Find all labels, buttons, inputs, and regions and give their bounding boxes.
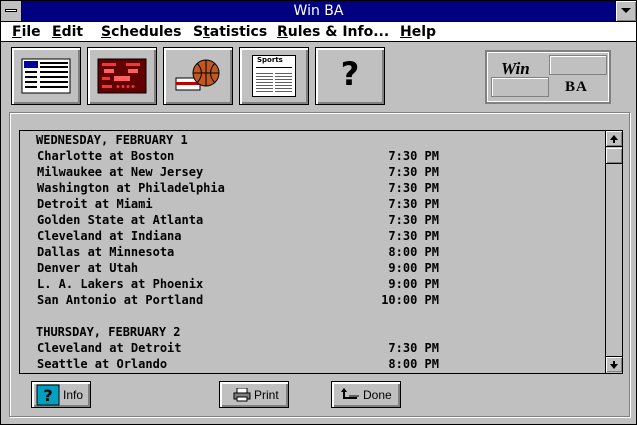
scoreboard-icon (97, 58, 147, 94)
scroll-track[interactable] (606, 165, 622, 356)
sports-news-button[interactable]: Sports (239, 47, 309, 105)
nba-standings-icon (21, 58, 71, 94)
arrow-up-icon (610, 135, 618, 143)
day-header: THURSDAY, FEBRUARY 2 (36, 325, 181, 339)
arrow-down-icon (610, 361, 618, 369)
menu-help[interactable]: Help (400, 23, 436, 41)
printer-icon (233, 388, 251, 402)
menu-statistics[interactable]: Statistics (193, 23, 267, 41)
game-row[interactable]: Milwaukee at New Jersey 7:30 PM (20, 164, 605, 180)
scroll-down-button[interactable] (606, 356, 622, 372)
scroll-up-button[interactable] (606, 131, 622, 147)
standings-button[interactable] (11, 47, 81, 105)
game-row[interactable]: Cleveland at Indiana 7:30 PM (20, 228, 605, 244)
vertical-scrollbar[interactable] (605, 131, 622, 373)
question-mark-icon: ? (340, 55, 360, 93)
day-header: WEDNESDAY, FEBRUARY 1 (36, 133, 188, 147)
sports-newspaper-icon: Sports (252, 55, 296, 97)
window-title: Win BA (293, 3, 344, 19)
basketball-button[interactable] (163, 47, 233, 105)
done-button-label: Done (363, 388, 392, 402)
menu-edit[interactable]: Edit (52, 23, 83, 41)
logo-win-text: Win (501, 59, 530, 78)
done-button[interactable]: Done (331, 381, 401, 408)
help-button[interactable]: ? (315, 47, 385, 105)
info-button-label: Info (63, 388, 84, 402)
sports-label: Sports (257, 56, 283, 64)
title-bar[interactable]: Win BA (1, 1, 636, 22)
info-button[interactable]: ? Info (31, 381, 91, 408)
logo-ba-text: BA (565, 79, 588, 95)
game-row[interactable]: Detroit at Miami 7:30 PM (20, 196, 605, 212)
game-row[interactable]: Charlotte at Boston 7:30 PM (20, 148, 605, 164)
menu-schedules[interactable]: Schedules (101, 23, 181, 41)
svg-text:?: ? (43, 386, 52, 405)
question-info-icon: ? (36, 384, 60, 406)
schedule-list-content: WEDNESDAY, FEBRUARY 1 Charlotte at Bosto… (20, 132, 605, 372)
win-ba-logo: Win BA (485, 50, 611, 104)
blank-row (20, 308, 605, 324)
game-row[interactable]: Denver at Utah 9:00 PM (20, 260, 605, 276)
game-row[interactable]: San Antonio at Portland 10:00 PM (20, 292, 605, 308)
game-row[interactable]: L. A. Lakers at Phoenix 9:00 PM (20, 276, 605, 292)
print-button[interactable]: Print (219, 381, 289, 408)
menu-file[interactable]: File (12, 23, 41, 41)
game-row[interactable]: Golden State at Atlanta 7:30 PM (20, 212, 605, 228)
game-row[interactable]: Cleveland at Detroit 7:30 PM (20, 340, 605, 356)
game-row[interactable]: Seattle at Orlando 8:00 PM (20, 356, 605, 372)
return-arrow-icon (341, 388, 359, 399)
scroll-thumb[interactable] (606, 148, 622, 164)
game-row[interactable]: Dallas at Minnesota 8:00 PM (20, 244, 605, 260)
minimize-button[interactable] (615, 1, 636, 21)
menu-bar: File Edit Schedules Statistics Rules & I… (1, 22, 636, 42)
basketball-hoop-icon (175, 59, 220, 91)
app-window: Win BA File Edit Schedules Statistics Ru… (0, 0, 637, 425)
game-row[interactable]: Washington at Philadelphia 7:30 PM (20, 180, 605, 196)
system-menu-button[interactable] (1, 1, 22, 21)
scoreboard-button[interactable] (87, 47, 157, 105)
menu-rules-info[interactable]: Rules & Info... (277, 23, 389, 41)
minimize-arrow-icon (621, 8, 631, 13)
schedule-list[interactable]: WEDNESDAY, FEBRUARY 1 Charlotte at Bosto… (19, 130, 623, 374)
print-button-label: Print (254, 388, 279, 402)
